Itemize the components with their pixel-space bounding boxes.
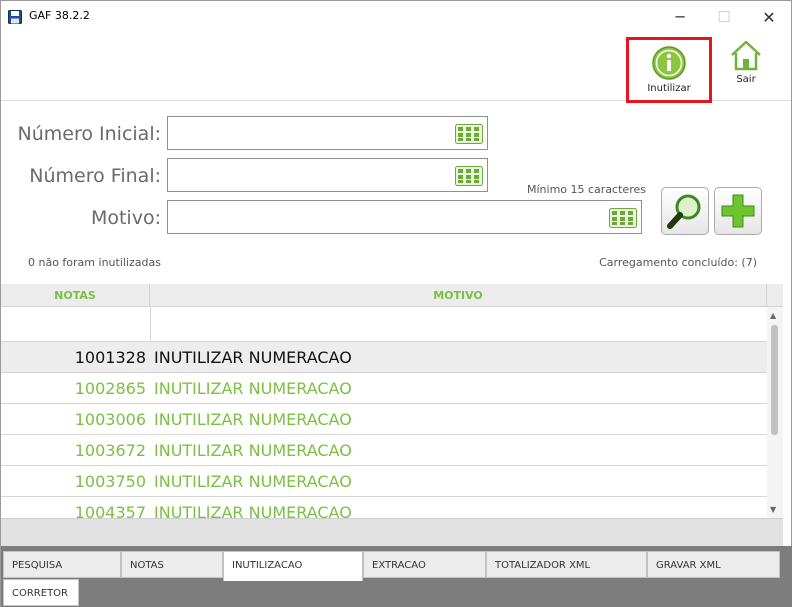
table-row[interactable]: 1004357 INUTILIZAR NUMERACAO bbox=[1, 497, 767, 518]
calculator-icon[interactable] bbox=[609, 208, 637, 228]
title-bar: GAF 38.2.2 ─ ☐ ✕ bbox=[1, 1, 791, 33]
magnifier-icon bbox=[667, 194, 701, 229]
tab-inutilizacao[interactable]: INUTILIZACAO bbox=[223, 551, 363, 581]
search-button[interactable] bbox=[661, 187, 709, 235]
add-button[interactable] bbox=[714, 187, 762, 235]
cell-nota: 1003006 bbox=[74, 410, 146, 429]
grid-header: NOTAS MOTIVO bbox=[1, 284, 783, 307]
scroll-down-arrow-icon[interactable]: ▼ bbox=[770, 505, 776, 514]
cell-nota: 1003672 bbox=[74, 441, 146, 460]
grid-footer bbox=[1, 518, 783, 546]
numero-final-field[interactable] bbox=[167, 158, 488, 192]
tab-notas[interactable]: NOTAS bbox=[121, 551, 223, 578]
scrollbar-thumb[interactable] bbox=[771, 325, 778, 435]
column-separator bbox=[150, 307, 151, 342]
cell-motivo: INUTILIZAR NUMERACAO bbox=[154, 348, 352, 367]
filter-row[interactable] bbox=[1, 307, 767, 342]
maximize-button[interactable]: ☐ bbox=[701, 1, 747, 33]
close-button[interactable]: ✕ bbox=[746, 1, 792, 33]
inutilizar-label: Inutilizar bbox=[647, 83, 691, 94]
table-row[interactable]: 1003006 INUTILIZAR NUMERACAO bbox=[1, 404, 767, 435]
sair-button[interactable]: Sair bbox=[723, 39, 769, 97]
floppy-disk-icon bbox=[8, 10, 22, 24]
window-title: GAF 38.2.2 bbox=[29, 9, 90, 22]
status-not-inutilized: 0 não foram inutilizadas bbox=[28, 256, 161, 269]
cell-nota: 1003750 bbox=[74, 472, 146, 491]
cell-motivo: INUTILIZAR NUMERACAO bbox=[154, 472, 352, 491]
table-row[interactable]: 1002865 INUTILIZAR NUMERACAO bbox=[1, 373, 767, 404]
minimize-button[interactable]: ─ bbox=[657, 1, 703, 33]
table-row[interactable]: 1003750 INUTILIZAR NUMERACAO bbox=[1, 466, 767, 497]
app-window: GAF 38.2.2 ─ ☐ ✕ Inutilizar Sair Número … bbox=[0, 0, 792, 607]
calculator-icon[interactable] bbox=[455, 124, 483, 144]
tab-extracao[interactable]: EXTRACAO bbox=[363, 551, 486, 578]
status-loading: Carregamento concluído: (7) bbox=[599, 256, 757, 269]
info-circle-icon bbox=[652, 46, 686, 80]
sair-label: Sair bbox=[736, 74, 756, 85]
tab-totalizador-xml[interactable]: TOTALIZADOR XML bbox=[486, 551, 647, 578]
tab-pesquisa[interactable]: PESQUISA bbox=[3, 551, 121, 578]
inutilizar-button[interactable]: Inutilizar bbox=[626, 37, 712, 103]
toolbar: Inutilizar Sair bbox=[1, 33, 791, 103]
cell-motivo: INUTILIZAR NUMERACAO bbox=[154, 410, 352, 429]
tab-corretor[interactable]: CORRETOR bbox=[3, 579, 79, 606]
table-row[interactable]: 1003672 INUTILIZAR NUMERACAO bbox=[1, 435, 767, 466]
calculator-icon[interactable] bbox=[455, 166, 483, 186]
cell-nota: 1002865 bbox=[74, 379, 146, 398]
numero-inicial-field[interactable] bbox=[167, 116, 488, 150]
motivo-label: Motivo: bbox=[90, 207, 161, 229]
cell-motivo: INUTILIZAR NUMERACAO bbox=[154, 441, 352, 460]
table-row[interactable]: 1001328 INUTILIZAR NUMERACAO bbox=[1, 342, 767, 373]
vertical-scrollbar[interactable]: ▲ ▼ bbox=[767, 307, 783, 518]
cell-motivo: INUTILIZAR NUMERACAO bbox=[154, 379, 352, 398]
numero-final-label: Número Final: bbox=[29, 165, 161, 187]
tab-gravar-xml[interactable]: GRAVAR XML bbox=[647, 551, 780, 578]
motivo-field[interactable] bbox=[167, 200, 642, 234]
column-header-motivo[interactable]: MOTIVO bbox=[150, 284, 767, 307]
cell-nota: 1004357 bbox=[74, 503, 146, 518]
cell-nota: 1001328 bbox=[74, 348, 146, 367]
numero-inicial-label: Número Inicial: bbox=[17, 123, 161, 145]
tab-strip: PESQUISA NOTAS INUTILIZACAO EXTRACAO TOT… bbox=[1, 546, 792, 607]
column-header-notas[interactable]: NOTAS bbox=[1, 284, 150, 307]
cell-motivo: INUTILIZAR NUMERACAO bbox=[154, 503, 352, 518]
motivo-hint: Mínimo 15 caracteres bbox=[527, 183, 646, 196]
scroll-up-arrow-icon[interactable]: ▲ bbox=[770, 311, 776, 320]
grid-rows: 1001328 INUTILIZAR NUMERACAO 1002865 INU… bbox=[1, 342, 767, 518]
plus-icon bbox=[721, 194, 755, 228]
home-icon bbox=[731, 40, 761, 71]
notas-grid: NOTAS MOTIVO 1001328 INUTILIZAR NUMERACA… bbox=[1, 284, 783, 518]
